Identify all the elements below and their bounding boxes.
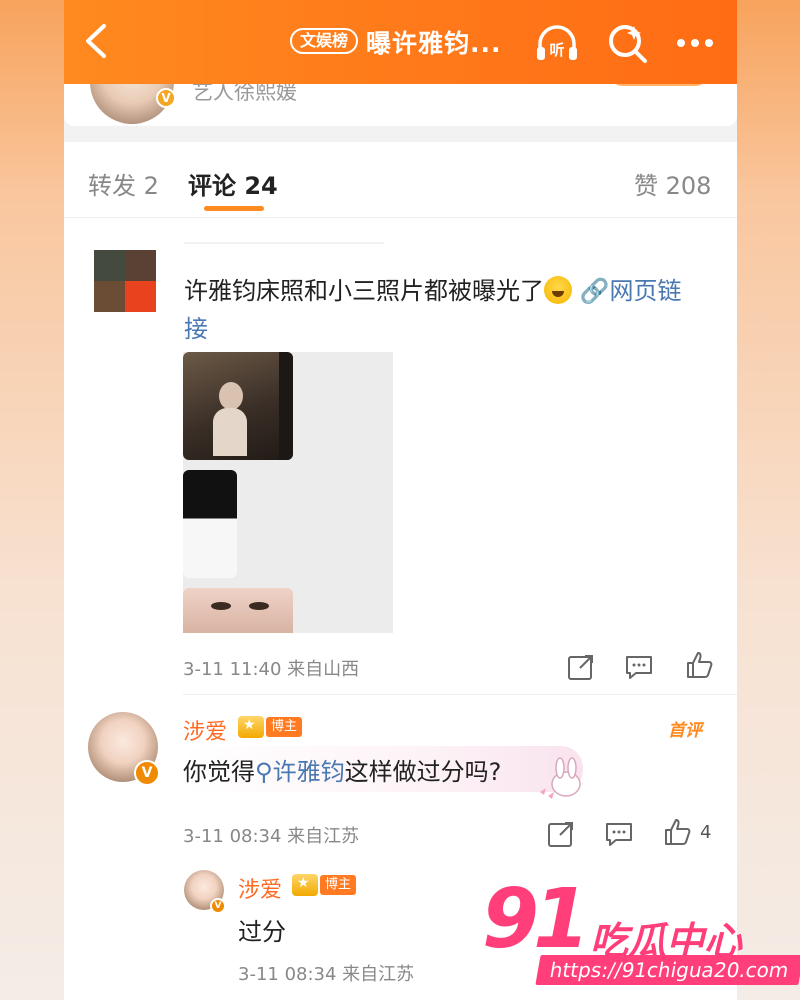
topic-link[interactable]: ⚲许雅钧 — [255, 758, 345, 786]
face-thumbnail[interactable] — [183, 588, 293, 633]
search-icon: ⚲ — [255, 758, 273, 786]
author-badge: 博主 — [320, 875, 357, 895]
comment-text-end: 这样做过分吗? — [344, 758, 502, 786]
vip-crown-icon — [238, 716, 264, 738]
divider — [183, 694, 737, 695]
vip-crown-icon — [292, 874, 318, 896]
right-backdrop — [736, 0, 800, 1000]
tab-reposts[interactable]: 转发 2 — [88, 166, 159, 201]
verified-badge-icon: V — [134, 760, 160, 786]
comment-icon[interactable] — [604, 819, 634, 849]
watermark-logo-number: 91 — [482, 872, 590, 967]
top-nav-bar: 文娱榜 曝许雅钧... 听 — [64, 0, 737, 84]
repost-body: 许雅钧床照和小三照片都被曝光了 — [184, 277, 544, 305]
like-thumb-icon[interactable] — [684, 650, 714, 680]
tab-likes[interactable]: 赞 208 — [634, 166, 711, 201]
photo-thumbnail[interactable] — [183, 352, 293, 460]
share-icon[interactable] — [566, 652, 596, 682]
watermark-url: https://91chigua20.com — [535, 955, 800, 985]
comment-list: 许雅钧床照和小三照片都被曝光了 🔗网页链接 3-11 11:40 来自山西 V … — [64, 218, 737, 1000]
reply-time-source: 3-11 08:34 来自江苏 — [238, 964, 415, 985]
topic-label: 许雅钧 — [272, 758, 345, 786]
link-icon: 🔗 — [579, 277, 610, 305]
weibo-page: 文娱榜 曝许雅钧... 听 V 艺人徐熙媛 转发 2 评论 24 赞 208 许… — [64, 0, 737, 1000]
comment-text-start: 你觉得 — [183, 758, 255, 786]
first-comment-tag: 首评 — [668, 721, 702, 741]
svg-text:听: 听 — [549, 41, 564, 59]
search-icon[interactable] — [604, 20, 650, 66]
author-header: V 艺人徐熙媛 — [64, 78, 737, 126]
comment-text: 你觉得⚲许雅钧这样做过分吗? — [183, 752, 501, 787]
redacted-username — [184, 242, 384, 244]
commenter-username[interactable]: 涉爱 — [183, 714, 227, 746]
tab-comments[interactable]: 评论 24 — [188, 166, 278, 201]
reply-username[interactable]: 涉爱 — [238, 872, 282, 904]
comment-time-source: 3-11 08:34 来自江苏 — [183, 826, 360, 847]
ranking-tag[interactable]: 文娱榜 — [290, 28, 359, 54]
reply-text: 过分 — [238, 918, 286, 946]
laughing-crying-emoji-icon — [544, 276, 572, 304]
image-strip[interactable] — [183, 352, 393, 633]
like-thumb-icon[interactable] — [662, 817, 692, 847]
comment-like-count: 4 — [700, 822, 712, 843]
verified-badge-icon: V — [210, 898, 226, 914]
back-arrow-icon[interactable] — [80, 22, 112, 60]
screenshot-thumbnail[interactable] — [183, 470, 237, 578]
more-options-icon[interactable] — [672, 20, 718, 66]
repost-user-avatar[interactable] — [94, 250, 156, 312]
share-icon[interactable] — [546, 819, 576, 849]
comment-icon[interactable] — [624, 652, 654, 682]
page-title: 曝许雅钧... — [366, 29, 502, 58]
active-tab-indicator — [204, 206, 264, 211]
verified-badge-icon: V — [156, 88, 176, 108]
left-backdrop — [0, 0, 64, 1000]
repost-time-source: 3-11 11:40 来自山西 — [183, 659, 360, 680]
bunny-sticker-icon — [540, 757, 581, 799]
repost-text: 许雅钧床照和小三照片都被曝光了 🔗网页链接 — [184, 272, 704, 348]
headphones-listen-icon[interactable]: 听 — [534, 20, 580, 66]
interaction-tabs: 转发 2 评论 24 赞 208 — [64, 142, 737, 218]
author-badge: 博主 — [266, 717, 303, 737]
